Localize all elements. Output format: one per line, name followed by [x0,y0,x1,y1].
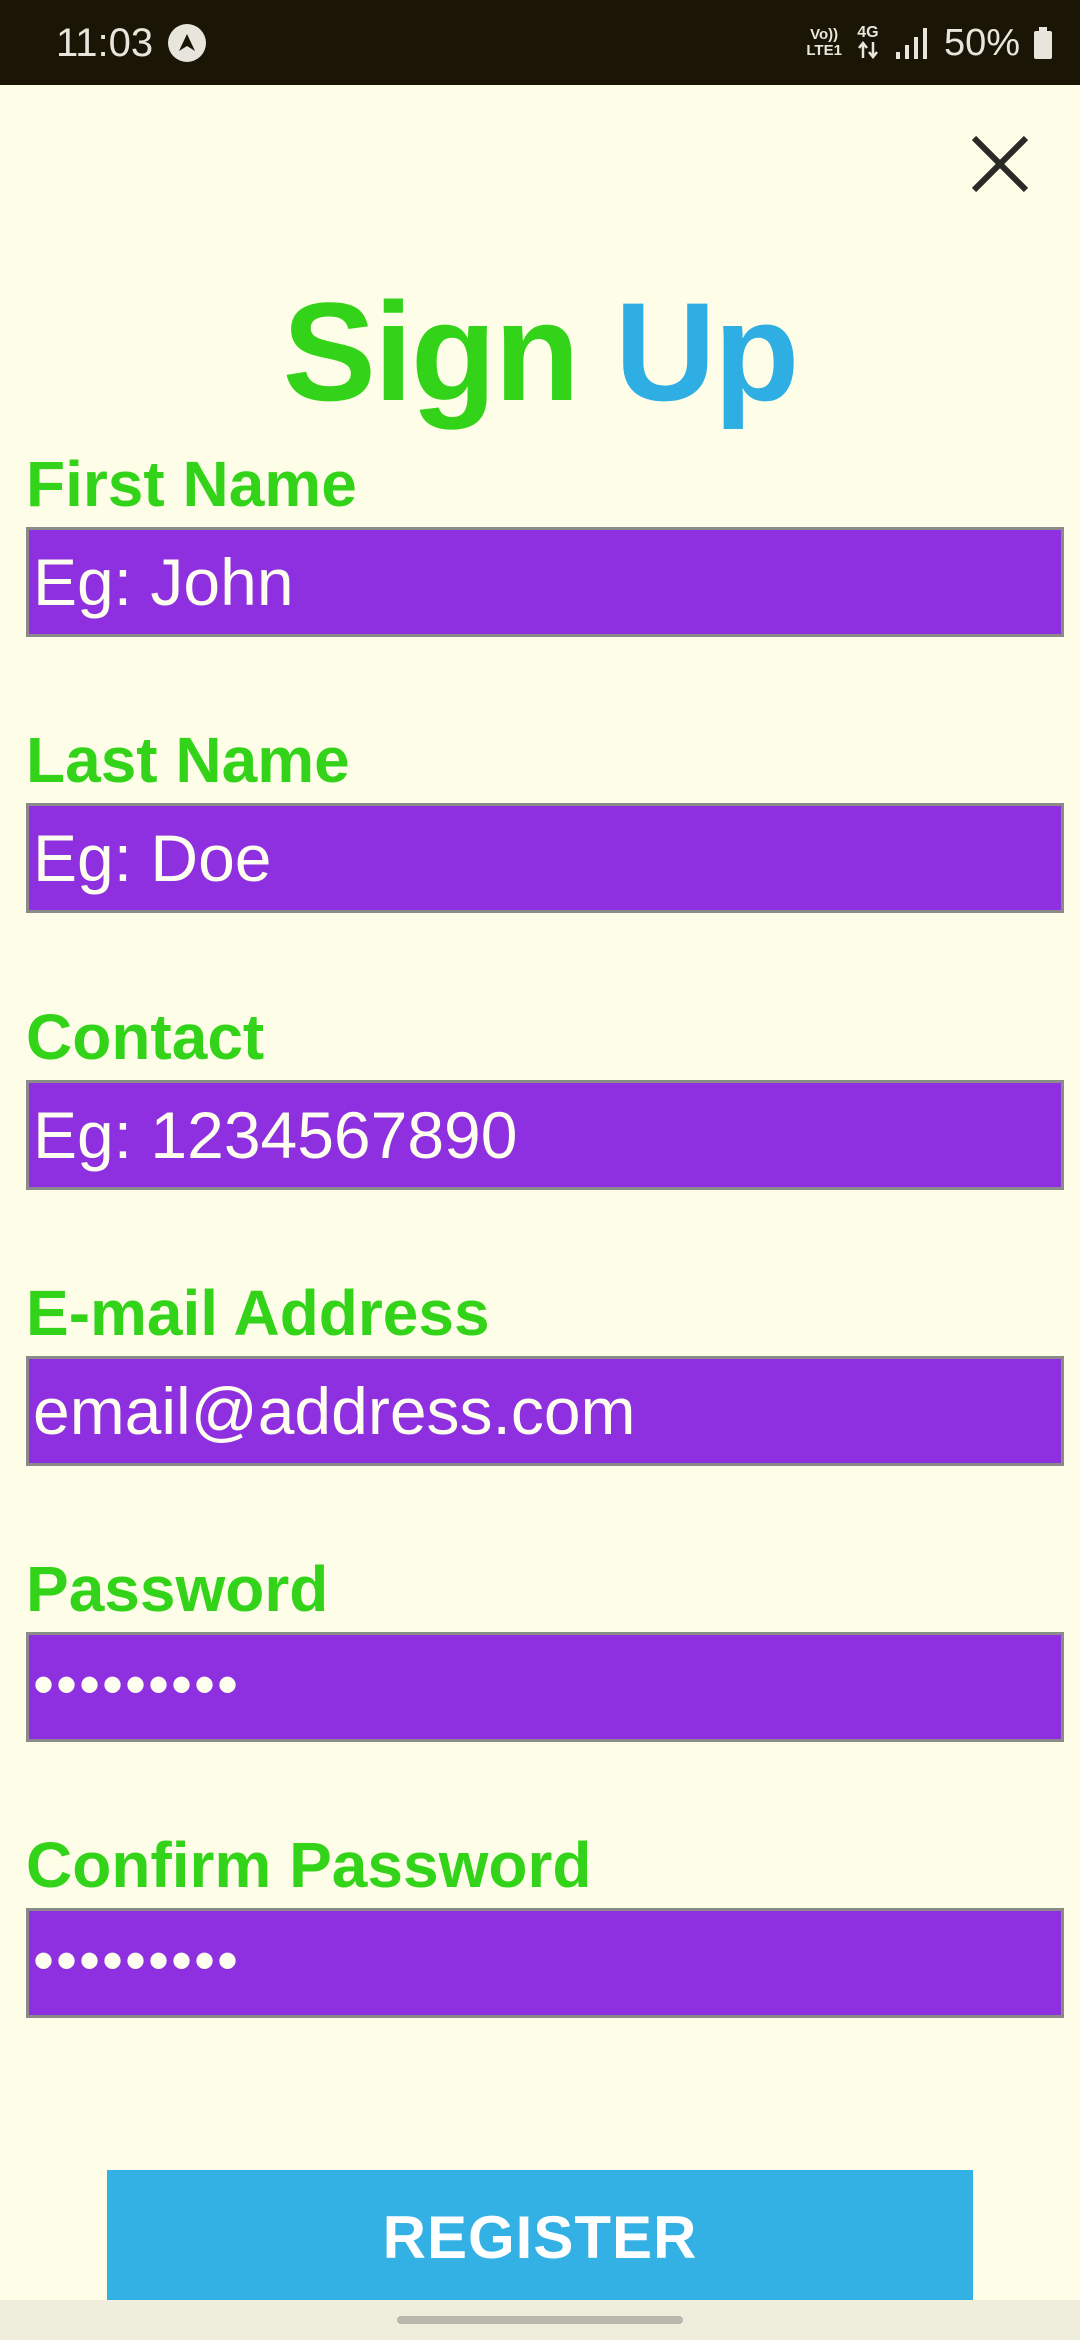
confirm-password-input[interactable]: ••••••••• [26,1908,1064,2018]
email-input[interactable]: email@address.com [26,1356,1064,1466]
password-input[interactable]: ••••••••• [26,1632,1064,1742]
confirm-password-label: Confirm Password [26,1829,592,1901]
last-name-label: Last Name [26,724,350,796]
email-label: E-mail Address [26,1277,490,1349]
page-title: Sign Up [0,272,1080,432]
4g-data-icon: 4G [856,24,880,63]
close-icon [971,135,1029,193]
title-sign: Sign [282,273,580,430]
volte-bottom-text: LTE1 [806,42,842,59]
status-time: 11:03 [56,21,154,65]
battery-percent: 50% [943,22,1020,64]
title-up: Up [614,273,800,430]
first-name-label: First Name [26,448,357,520]
status-bar: 11:03 Vo)) LTE1 4G 50% [0,0,1080,85]
navigation-bar [0,2300,1080,2340]
contact-label: Contact [26,1001,265,1073]
navigation-icon [168,24,206,62]
first-name-input[interactable]: Eg: John [26,527,1064,637]
last-name-input[interactable]: Eg: Doe [26,803,1064,913]
password-label: Password [26,1553,329,1625]
contact-input[interactable]: Eg: 1234567890 [26,1080,1064,1190]
battery-icon [1034,27,1052,59]
close-button[interactable] [960,124,1040,204]
register-button[interactable]: REGISTER [107,2170,973,2300]
network-type: 4G [857,23,879,41]
volte-top-text: Vo)) [810,26,839,43]
volte-icon: Vo)) LTE1 [806,27,842,59]
home-gesture-handle[interactable] [397,2316,683,2324]
signal-icon [895,28,927,59]
status-icons: Vo)) LTE1 4G 50% [806,18,1052,68]
data-arrows-icon [857,40,878,59]
